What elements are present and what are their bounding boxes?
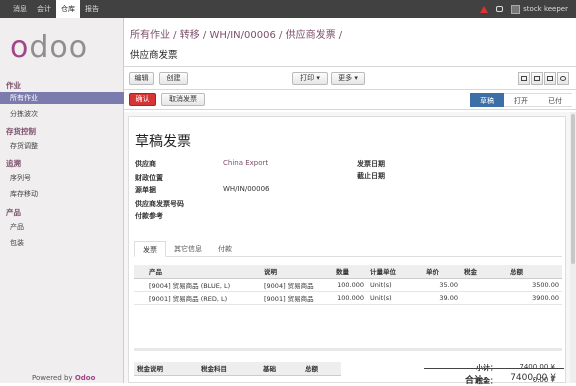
column-amount[interactable]: 总额 (507, 265, 562, 279)
sidebar-section-traceability: 追溯 (6, 159, 21, 168)
supplier-label: 供应商 (135, 160, 156, 168)
invoice-form-sheet: 草稿发票 供应商 China Export 财政位置 源单据 WH/IN/000… (128, 116, 566, 385)
top-menu: 消息 会计 仓库 报告 (8, 0, 104, 18)
graph-view-icon[interactable] (557, 72, 569, 85)
sidebar-item-products[interactable]: 产品 (10, 222, 24, 232)
cell-taxes (461, 291, 507, 305)
column-quantity[interactable]: 数量 (333, 265, 367, 279)
column-description[interactable]: 说明 (261, 265, 333, 279)
form-view-icon[interactable] (531, 72, 543, 85)
sidebar-item-all-operations[interactable]: 所有作业 (0, 92, 124, 104)
column-tax-description[interactable]: 税金说明 (134, 362, 198, 376)
calendar-view-icon[interactable] (544, 72, 556, 85)
source-document-label: 源单据 (135, 186, 156, 194)
sidebar-item-packaging[interactable]: 包装 (10, 238, 24, 248)
scrollbar[interactable] (570, 112, 576, 383)
supplier-invoice-number-label: 供应商发票号码 (135, 200, 184, 208)
sidebar-section-inventory-control: 存货控制 (6, 127, 36, 136)
print-dropdown[interactable]: 打印 ▾ (292, 72, 328, 85)
top-bar: 消息 会计 仓库 报告 stock keeper (0, 0, 576, 18)
top-menu-messages[interactable]: 消息 (8, 0, 32, 18)
cell-quantity: 100.000 (333, 278, 367, 292)
scrollbar-thumb[interactable] (571, 114, 575, 264)
more-dropdown[interactable]: 更多 ▾ (331, 72, 365, 85)
subtotal-value: 7400.00 ¥ (519, 363, 555, 371)
edit-button[interactable]: 编辑 (129, 72, 154, 85)
cell-quantity: 100.000 (333, 291, 367, 305)
column-tax-amount[interactable]: 总额 (302, 362, 341, 376)
top-menu-accounting[interactable]: 会计 (32, 0, 56, 18)
total-label: 合计： (464, 376, 492, 386)
cell-unit: Unit(s) (367, 278, 423, 292)
table-header-row: 产品 说明 数量 计量单位 单价 税金 总额 (134, 265, 562, 279)
tax-lines-table: 税金说明 税金科目 基础 总额 (134, 362, 341, 376)
tab-other-info[interactable]: 其它信息 (166, 241, 210, 257)
breadcrumb[interactable]: 所有作业 / 转移 / WH/IN/00006 / 供应商发票 / (130, 26, 342, 41)
source-document-field[interactable]: WH/IN/00006 (223, 185, 269, 193)
sidebar-item-serial-numbers[interactable]: 序列号 (10, 173, 31, 183)
status-bar: 草稿 打开 已付 (470, 93, 572, 107)
sidebar-section-operations: 作业 (6, 81, 21, 90)
cell-unit: Unit(s) (367, 291, 423, 305)
top-right-tools: stock keeper (480, 0, 568, 18)
sidebar: odoo 作业 所有作业 分拣波次 存货控制 存货调整 追溯 序列号 库存移动 … (0, 18, 124, 383)
cell-amount: 3900.00 (507, 291, 562, 305)
cell-description: [9004] 贸易商品 (261, 278, 333, 292)
column-tax-base[interactable]: 基础 (260, 362, 302, 376)
avatar (511, 4, 521, 14)
form-tabs: 发票 其它信息 付款 (134, 241, 562, 257)
invoice-date-label: 发票日期 (357, 160, 385, 168)
sidebar-section-products: 产品 (6, 208, 21, 217)
chat-icon[interactable] (496, 6, 504, 12)
user-menu[interactable]: stock keeper (511, 4, 568, 14)
total-value: 7400.00 ¥ (510, 373, 556, 383)
status-paid[interactable]: 已付 (538, 93, 572, 107)
column-tax-account[interactable]: 税金科目 (198, 362, 260, 376)
powered-by-brand[interactable]: Odoo (75, 374, 96, 382)
sidebar-item-picking-waves[interactable]: 分拣波次 (10, 109, 38, 119)
confirm-button[interactable]: 确认 (129, 93, 156, 106)
cell-description: [9001] 贸易商品 (261, 291, 333, 305)
warning-icon[interactable] (480, 5, 489, 13)
column-product[interactable]: 产品 (146, 265, 261, 279)
cell-taxes (461, 278, 507, 292)
odoo-logo[interactable]: odoo (10, 30, 88, 65)
fiscal-position-label: 财政位置 (135, 174, 163, 182)
cell-product: [9004] 贸易商品 (BLUE, L) (146, 278, 261, 292)
create-button[interactable]: 创建 (159, 72, 188, 85)
column-taxes[interactable]: 税金 (461, 265, 507, 279)
supplier-field[interactable]: China Export (223, 159, 268, 167)
cancel-invoice-button[interactable]: 取消发票 (161, 93, 205, 106)
status-draft[interactable]: 草稿 (470, 93, 504, 107)
invoice-title: 草稿发票 (135, 134, 191, 150)
top-menu-reports[interactable]: 报告 (80, 0, 104, 18)
column-unit[interactable]: 计量单位 (367, 265, 423, 279)
tab-invoice[interactable]: 发票 (134, 241, 166, 257)
cell-unit-price: 35.00 (423, 278, 461, 292)
tab-payments[interactable]: 付款 (210, 241, 240, 257)
table-row[interactable]: [9004] 贸易商品 (BLUE, L) [9004] 贸易商品 100.00… (134, 278, 562, 292)
powered-by: Powered by Odoo (32, 374, 96, 382)
cell-product: [9001] 贸易商品 (RED, L) (146, 291, 261, 305)
due-date-label: 截止日期 (357, 172, 385, 180)
sidebar-item-inventory-adjustments[interactable]: 存货调整 (10, 141, 38, 151)
sidebar-item-stock-moves[interactable]: 库存移动 (10, 189, 38, 199)
table-row[interactable]: [9001] 贸易商品 (RED, L) [9001] 贸易商品 100.000… (134, 291, 562, 305)
cell-amount: 3500.00 (507, 278, 562, 292)
column-unit-price[interactable]: 单价 (423, 265, 461, 279)
cell-unit-price: 39.00 (423, 291, 461, 305)
status-open[interactable]: 打开 (504, 93, 538, 107)
user-name: stock keeper (523, 5, 568, 13)
table-header-row: 税金说明 税金科目 基础 总额 (134, 362, 341, 376)
payment-reference-label: 付款参考 (135, 212, 163, 220)
top-menu-warehouse[interactable]: 仓库 (56, 0, 80, 18)
invoice-lines-table: 产品 说明 数量 计量单位 单价 税金 总额 [9004] 贸易商品 (BLUE… (134, 265, 562, 305)
main-content: 所有作业 / 转移 / WH/IN/00006 / 供应商发票 / 供应商发票 … (124, 18, 576, 386)
page-title: 供应商发票 (130, 50, 178, 61)
list-view-icon[interactable] (518, 72, 530, 85)
form-sheet-background: 草稿发票 供应商 China Export 财政位置 源单据 WH/IN/000… (124, 112, 570, 385)
